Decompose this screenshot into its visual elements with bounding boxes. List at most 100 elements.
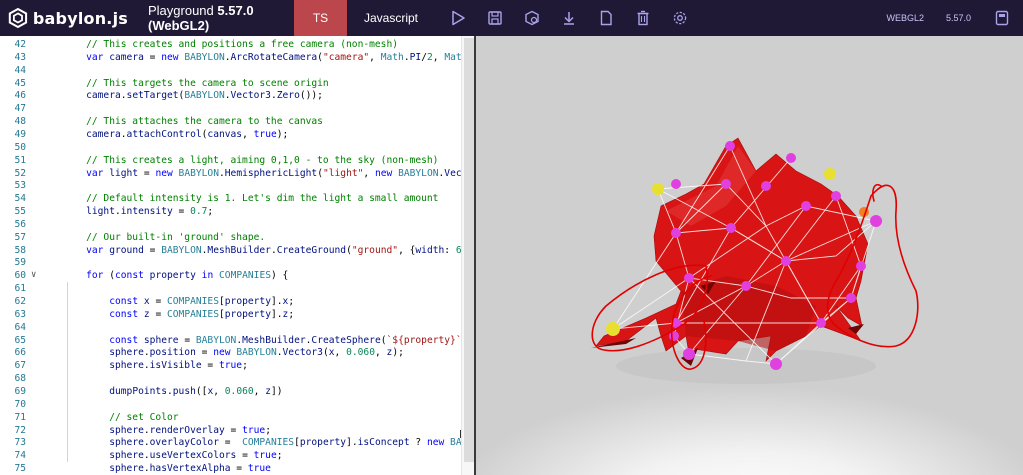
fullscreen-icon [995,10,1009,26]
line-number: 70 [14,398,26,410]
code-line[interactable]: 71 // set Color [0,411,474,424]
code-text: // This creates and positions a free cam… [63,39,399,50]
code-text: var camera = new BABYLON.ArcRotateCamera… [86,51,474,63]
code-line[interactable]: 54 // Default intensity is 1. Let's dim … [0,192,474,205]
line-number: 53 [14,180,26,192]
sphere [721,179,731,189]
code-line[interactable]: 48 // This attaches the camera to the ca… [0,115,474,128]
code-line[interactable]: 47 [0,102,474,115]
clear-button[interactable] [624,0,661,36]
code-line[interactable]: 55 light.intensity = 0.7; [0,205,474,218]
code-text: sphere.overlayColor = COMPANIES[property… [109,437,474,449]
code-line[interactable]: 62 const x = COMPANIES[property].x; [0,295,474,308]
playground-title: Playground 5.57.0 (WebGL2) [128,3,294,33]
code-line[interactable]: 74 sphere.useVertexColors = true; [0,449,474,462]
line-number: 73 [14,437,26,449]
code-text: // This creates a light, aiming 0,1,0 - … [63,154,439,166]
new-button[interactable] [587,0,624,36]
line-number: 42 [14,39,26,50]
code-line[interactable]: 53 [0,179,474,192]
code-line[interactable]: 70 [0,398,474,411]
code-line[interactable]: 45 // This targets the camera to scene o… [0,77,474,90]
scrollbar-thumb[interactable] [464,38,474,462]
line-number: 68 [14,373,26,385]
code-line[interactable]: 61 [0,282,474,295]
download-icon [563,12,574,25]
code-line[interactable]: 56 [0,218,474,231]
indent-guide [67,282,68,463]
download-button[interactable] [550,0,587,36]
code-line[interactable]: 67 sphere.isVisible = true; [0,359,474,372]
code-line[interactable]: 66 sphere.position = new BABYLON.Vector3… [0,346,474,359]
code-text: // set Color [63,411,179,423]
line-number: 54 [14,193,26,205]
code-line[interactable]: 75 sphere.hasVertexAlpha = true [0,462,474,475]
line-number: 66 [14,347,26,359]
line-number: 59 [14,257,26,269]
code-text: sphere.position = new BABYLON.Vector3(x,… [109,347,404,359]
settings-button[interactable] [661,0,698,36]
code-text: // This attaches the camera to the canva… [63,116,323,128]
sphere-concept [824,168,836,180]
code-line[interactable]: 42 // This creates and positions a free … [0,38,474,51]
render-canvas[interactable] [476,36,1023,475]
toolbar [439,0,698,36]
version-label[interactable]: 5.57.0 [946,13,971,23]
line-number: 63 [14,308,26,320]
code-line[interactable]: 60 ∨ for (const property in COMPANIES) { [0,269,474,282]
code-editor[interactable]: 42 // This creates and positions a free … [0,36,476,475]
brand[interactable]: babylon.js [0,0,128,36]
babylon-logo-icon [8,7,28,29]
editor-scrollbar[interactable] [461,36,474,475]
top-bar: babylon.js Playground 5.57.0 (WebGL2) TS… [0,0,1023,36]
code-line[interactable]: 59 [0,256,474,269]
sphere [781,256,791,266]
fullscreen-button[interactable] [993,9,1011,27]
line-number: 56 [14,218,26,230]
code-line[interactable]: 72 sphere.renderOverlay = true; [0,424,474,437]
tab-javascript[interactable]: Javascript [347,0,435,36]
code-line[interactable]: 68 [0,372,474,385]
code-line[interactable]: 63 const z = COMPANIES[property].z; [0,308,474,321]
sphere [846,293,856,303]
sphere [801,201,811,211]
code-line[interactable]: 58 var ground = BABYLON.MeshBuilder.Crea… [0,244,474,257]
code-line[interactable]: 49 camera.attachControl(canvas, true); [0,128,474,141]
line-number: 61 [14,283,26,295]
sphere [831,191,841,201]
sphere [671,179,681,189]
code-line[interactable]: 57 // Our built-in 'ground' shape. [0,231,474,244]
code-line[interactable]: 52 var light = new BABYLON.HemisphericLi… [0,167,474,180]
playground-label: Playground [148,3,214,18]
code-line[interactable]: 65 const sphere = BABYLON.MeshBuilder.Cr… [0,334,474,347]
code-line[interactable]: 46 camera.setTarget(BABYLON.Vector3.Zero… [0,89,474,102]
line-number: 58 [14,244,26,256]
code-line[interactable]: 73 sphere.overlayColor = COMPANIES[prope… [0,436,474,449]
inspector-button[interactable] [513,0,550,36]
line-number: 65 [14,334,26,346]
line-number: 69 [14,385,26,397]
sphere [870,215,882,227]
code-line[interactable]: 51 // This creates a light, aiming 0,1,0… [0,154,474,167]
sphere [786,153,796,163]
engine-label[interactable]: WEBGL2 [886,13,924,23]
code-line[interactable]: 69 dumpPoints.push([x, 0.060, z]) [0,385,474,398]
line-number: 75 [14,463,26,475]
line-number: 43 [14,51,26,63]
run-button[interactable] [439,0,476,36]
code-text: for (const property in COMPANIES) { [86,270,289,282]
code-line[interactable]: 50 [0,141,474,154]
code-line[interactable]: 44 [0,64,474,77]
tab-typescript[interactable]: TS [294,0,347,36]
line-number: 67 [14,360,26,372]
code-line[interactable]: 43 var camera = new BABYLON.ArcRotateCam… [0,51,474,64]
new-file-icon [600,10,612,26]
code-line[interactable]: 64 [0,321,474,334]
save-button[interactable] [476,0,513,36]
code-text: var light = new BABYLON.HemisphericLight… [86,167,474,179]
sphere-concept [606,322,620,336]
code-text: sphere.renderOverlay = true; [109,424,271,436]
engine-info: WEBGL2 5.57.0 [886,9,1023,27]
fold-chevron-icon[interactable]: ∨ [31,269,41,282]
code-text: dumpPoints.push([x, 0.060, z]) [109,385,283,397]
